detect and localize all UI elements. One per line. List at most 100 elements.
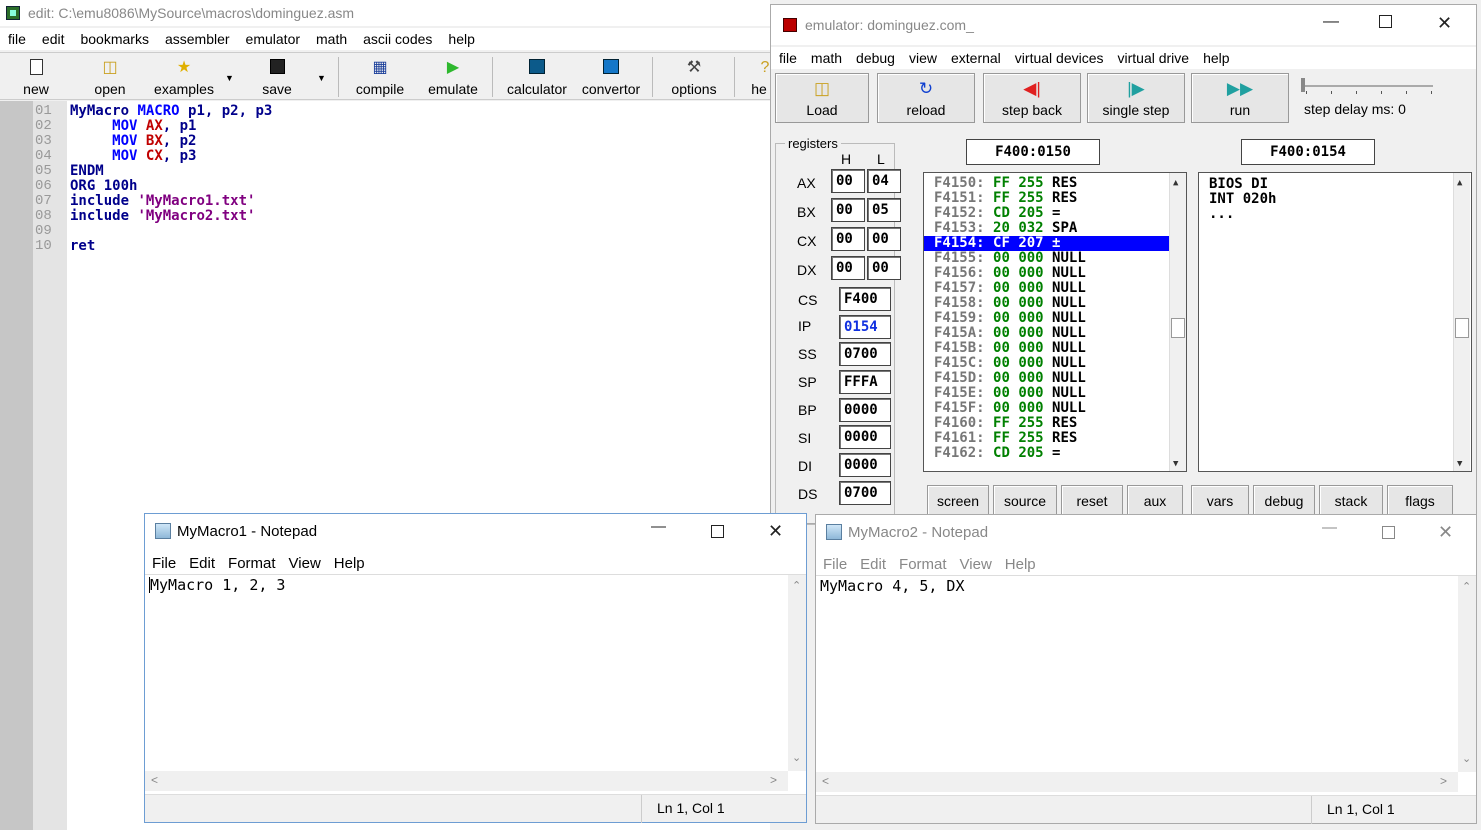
notepad1-menu-format[interactable]: Format <box>221 555 282 572</box>
memory-row[interactable]: F4160: FF 255 RES <box>924 416 1186 431</box>
editor-menu-ascii-codes[interactable]: ascii codes <box>355 31 440 47</box>
scroll-up-icon[interactable]: ▲ <box>1173 176 1178 191</box>
examples-dropdown-icon[interactable]: ▼ <box>225 73 234 83</box>
minimize-icon[interactable]: — <box>1322 519 1337 536</box>
scroll-thumb[interactable] <box>1171 318 1185 338</box>
reset-button[interactable]: reset <box>1061 485 1123 517</box>
editor-menu-assembler[interactable]: assembler <box>157 31 238 47</box>
editor-menu-emulator[interactable]: emulator <box>238 31 308 47</box>
step-delay-slider[interactable] <box>1301 77 1436 95</box>
emulator-menu-view[interactable]: view <box>901 50 943 66</box>
stack-button[interactable]: stack <box>1319 485 1383 517</box>
memory-scrollbar[interactable]: ▲ ▼ <box>1169 173 1186 471</box>
disassembly-line[interactable]: ... <box>1209 207 1471 222</box>
scroll-left-icon[interactable]: < <box>151 773 158 787</box>
memory-row[interactable]: F4153: 20 032 SPA <box>924 221 1186 236</box>
scroll-down-icon[interactable]: ⌄ <box>1462 752 1471 765</box>
single-step-button[interactable]: |▶ single step <box>1087 73 1185 123</box>
notepad2-vscroll[interactable]: ⌃ ⌄ <box>1458 576 1476 772</box>
options-button[interactable]: ⚒ options <box>664 55 724 99</box>
emulator-menu-external[interactable]: external <box>943 50 1007 66</box>
slider-thumb[interactable] <box>1301 78 1305 92</box>
notepad1-menu-file[interactable]: File <box>145 555 182 572</box>
aux-button[interactable]: aux <box>1127 485 1183 517</box>
maximize-icon[interactable] <box>711 525 724 538</box>
notepad1-vscroll[interactable]: ⌃ ⌄ <box>788 575 806 771</box>
dh-register-field[interactable]: 00 <box>831 256 865 280</box>
memory-row[interactable]: F4158: 00 000 NULL <box>924 296 1186 311</box>
sp-register-field[interactable]: FFFA <box>839 370 891 394</box>
scroll-up-icon[interactable]: ⌃ <box>792 579 801 592</box>
vars-button[interactable]: vars <box>1191 485 1249 517</box>
memory-row[interactable]: F4157: 00 000 NULL <box>924 281 1186 296</box>
scroll-right-icon[interactable]: > <box>1440 774 1447 788</box>
bl-register-field[interactable]: 05 <box>867 198 901 222</box>
memory-list[interactable]: F4150: FF 255 RES F4151: FF 255 RES F4152:… <box>923 172 1187 472</box>
notepad1-menu-help[interactable]: Help <box>327 555 371 572</box>
disassembly-line[interactable]: BIOS DI <box>1209 177 1471 192</box>
memory-row[interactable]: F415A: 00 000 NULL <box>924 326 1186 341</box>
bh-register-field[interactable]: 00 <box>831 198 865 222</box>
new-button[interactable]: new <box>6 55 66 99</box>
editor-menu-edit[interactable]: edit <box>34 31 73 47</box>
memory-address-field[interactable]: F400:0150 <box>966 139 1100 165</box>
bp-register-field[interactable]: 0000 <box>839 398 891 422</box>
cs-register-field[interactable]: F400 <box>839 287 891 311</box>
memory-row[interactable]: F4159: 00 000 NULL <box>924 311 1186 326</box>
help-button[interactable]: ? he <box>748 55 770 99</box>
notepad1-hscroll[interactable]: < > <box>145 771 788 791</box>
screen-button[interactable]: screen <box>927 485 989 517</box>
emulator-menu-file[interactable]: file <box>771 50 803 66</box>
ah-register-field[interactable]: 00 <box>831 169 865 193</box>
notepad2-menu-file[interactable]: File <box>816 556 853 573</box>
save-button[interactable]: save <box>252 55 302 99</box>
flags-button[interactable]: flags <box>1387 485 1453 517</box>
notepad2-menu-view[interactable]: View <box>953 556 998 573</box>
scroll-down-icon[interactable]: ▼ <box>1457 457 1462 472</box>
editor-menu-file[interactable]: file <box>0 31 34 47</box>
memory-row[interactable]: F4161: FF 255 RES <box>924 431 1186 446</box>
memory-row[interactable]: F415D: 00 000 NULL <box>924 371 1186 386</box>
memory-row[interactable]: F415F: 00 000 NULL <box>924 401 1186 416</box>
memory-row[interactable]: F415E: 00 000 NULL <box>924 386 1186 401</box>
minimize-icon[interactable]: — <box>1323 13 1339 31</box>
emulator-menu-help[interactable]: help <box>1195 50 1235 66</box>
memory-row[interactable]: F4150: FF 255 RES <box>924 176 1186 191</box>
ss-register-field[interactable]: 0700 <box>839 342 891 366</box>
memory-row[interactable]: F4154: CF 207 ± <box>924 236 1186 251</box>
run-button[interactable]: ▶▶ run <box>1191 73 1289 123</box>
ip-register-field[interactable]: 0154 <box>839 315 891 339</box>
notepad1-text-area[interactable]: MyMacro 1, 2, 3 <box>149 576 285 594</box>
save-dropdown-icon[interactable]: ▼ <box>317 73 326 83</box>
dl-register-field[interactable]: 00 <box>867 256 901 280</box>
examples-button[interactable]: ★ examples <box>150 55 218 99</box>
editor-menu-bookmarks[interactable]: bookmarks <box>72 31 156 47</box>
compile-button[interactable]: ▦ compile <box>348 55 412 99</box>
memory-row[interactable]: F4162: CD 205 = <box>924 446 1186 461</box>
memory-row[interactable]: F415C: 00 000 NULL <box>924 356 1186 371</box>
maximize-icon[interactable] <box>1382 526 1395 539</box>
disassembly-scrollbar[interactable]: ▲ ▼ <box>1453 173 1470 471</box>
si-register-field[interactable]: 0000 <box>839 425 891 449</box>
convertor-button[interactable]: convertor <box>576 55 646 99</box>
close-icon[interactable]: ✕ <box>1437 13 1452 34</box>
debug-button[interactable]: debug <box>1253 485 1315 517</box>
notepad2-text-area[interactable]: MyMacro 4, 5, DX <box>820 577 965 595</box>
reload-button[interactable]: ↻ reload <box>877 73 975 123</box>
memory-row[interactable]: F4156: 00 000 NULL <box>924 266 1186 281</box>
disassembly-line[interactable]: INT 020h <box>1209 192 1471 207</box>
memory-row[interactable]: F4155: 00 000 NULL <box>924 251 1186 266</box>
notepad2-menu-edit[interactable]: Edit <box>853 556 892 573</box>
scroll-down-icon[interactable]: ▼ <box>1173 457 1178 471</box>
notepad2-menu-format[interactable]: Format <box>892 556 953 573</box>
emulator-menu-virtual-devices[interactable]: virtual devices <box>1007 50 1110 66</box>
close-icon[interactable]: ✕ <box>768 521 783 542</box>
step-back-button[interactable]: ◀| step back <box>983 73 1081 123</box>
notepad2-hscroll[interactable]: < > <box>816 772 1458 792</box>
emulate-button[interactable]: ▶ emulate <box>422 55 484 99</box>
scroll-thumb[interactable] <box>1455 318 1469 338</box>
load-button[interactable]: ◫ Load <box>775 73 869 123</box>
calculator-button[interactable]: calculator <box>500 55 574 99</box>
memory-row[interactable]: F4151: FF 255 RES <box>924 191 1186 206</box>
memory-row[interactable]: F415B: 00 000 NULL <box>924 341 1186 356</box>
